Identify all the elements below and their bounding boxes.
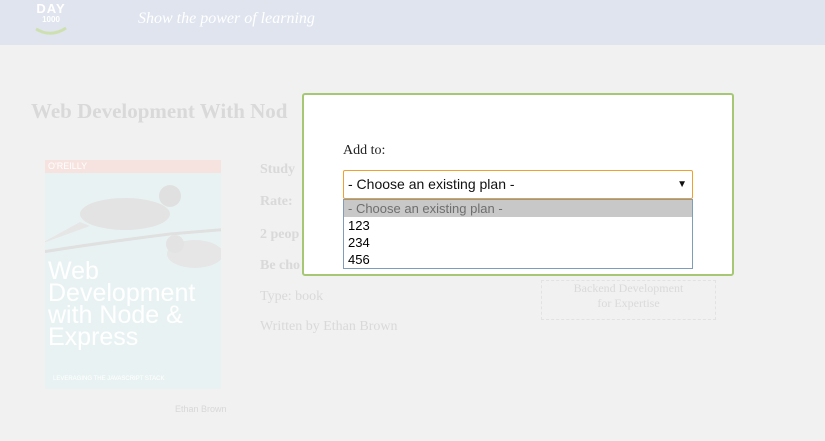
related-plan-card[interactable]: Backend Development for Expertise [541,280,716,320]
cover-subtitle: LEVERAGING THE JAVASCRIPT STACK [53,376,165,382]
people-count-text: 2 peop [260,227,300,242]
plan-option-choose[interactable]: - Choose an existing plan - [344,200,692,217]
logo-day-text: DAY [36,1,66,16]
related-plan-line2: for Expertise [597,296,660,310]
add-to-label: Add to: [343,143,386,158]
book-cover-image: O'REILLY Web Development with Node & Exp… [45,160,221,389]
plan-select[interactable]: - Choose an existing plan - ▼ [343,170,693,199]
cover-author-caption: Ethan Brown [175,404,227,414]
logo-number-text: 1000 [42,15,60,24]
plan-option-234[interactable]: 234 [344,234,692,251]
rate-label: Rate: [260,194,293,209]
plan-select-dropdown: - Choose an existing plan - 123 234 456 [343,199,693,269]
chevron-down-icon: ▼ [677,179,687,190]
top-header-bar: DAY 1000 Show the power of learning [0,0,825,45]
cover-title: Web Development with Node & Express [48,257,196,351]
author-text: Written by Ethan Brown [260,319,398,334]
be-chosen-text: Be cho [260,258,301,273]
book-type-text: Type: book [260,289,324,304]
site-tagline: Show the power of learning [138,10,315,27]
page-title: Web Development With Nod [31,99,288,123]
cover-publisher: O'REILLY [45,160,221,173]
plan-option-456[interactable]: 456 [344,251,692,268]
related-plan-line1: Backend Development [573,281,684,295]
logo-swoosh-icon [35,26,67,35]
plan-select-value: - Choose an existing plan - [348,176,515,192]
day1000-logo[interactable]: DAY 1000 [30,2,72,42]
study-label: Study [260,162,296,177]
plan-option-123[interactable]: 123 [344,217,692,234]
